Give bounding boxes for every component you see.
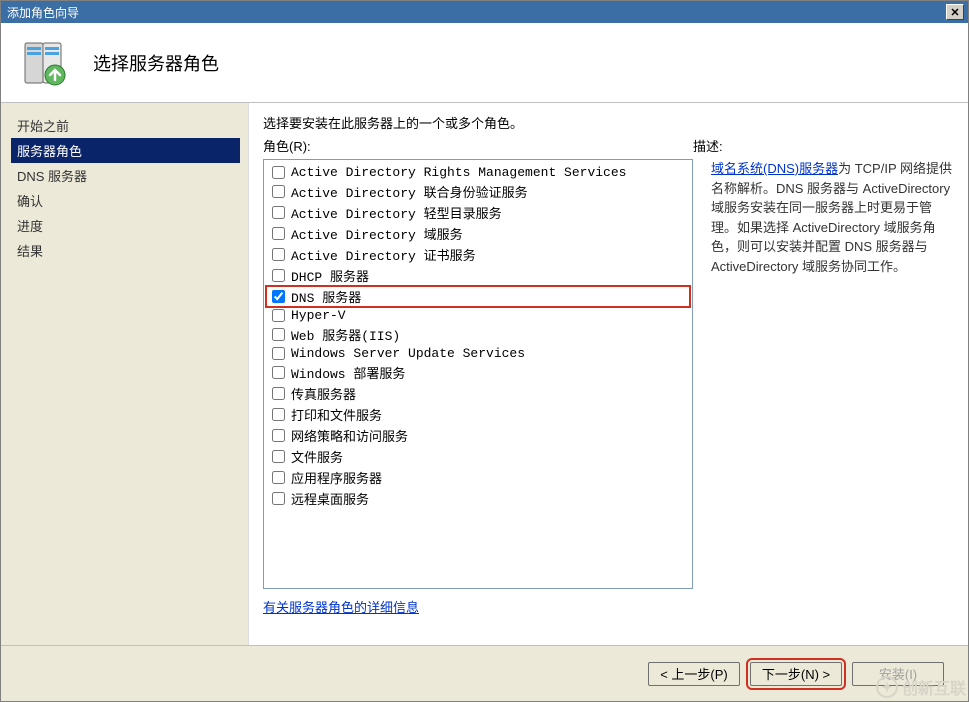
role-label: Web 服务器(IIS) [291, 325, 400, 344]
sidebar-item[interactable]: 进度 [11, 213, 240, 238]
role-checkbox[interactable] [272, 328, 285, 341]
window-title: 添加角色向导 [7, 4, 946, 21]
role-checkbox[interactable] [272, 450, 285, 463]
role-item[interactable]: Active Directory 轻型目录服务 [266, 202, 690, 223]
label-row: 角色(R): 描述: [263, 136, 954, 155]
description-link[interactable]: 域名系统(DNS)服务器 [711, 161, 838, 176]
sidebar-item[interactable]: 结果 [11, 238, 240, 263]
sidebar-item[interactable]: 确认 [11, 188, 240, 213]
role-checkbox[interactable] [272, 347, 285, 360]
role-item[interactable]: Active Directory 联合身份验证服务 [266, 181, 690, 202]
instruction-text: 选择要安装在此服务器上的一个或多个角色。 [263, 113, 954, 132]
role-label: 打印和文件服务 [291, 405, 382, 424]
install-button: 安装(I) [852, 662, 944, 686]
prev-button[interactable]: < 上一步(P) [648, 662, 740, 686]
role-checkbox[interactable] [272, 387, 285, 400]
role-item[interactable]: Active Directory Rights Management Servi… [266, 164, 690, 181]
roles-column: Active Directory Rights Management Servi… [263, 159, 693, 637]
page-title: 选择服务器角色 [93, 50, 219, 76]
role-label: Active Directory 域服务 [291, 224, 463, 243]
role-item[interactable]: 文件服务 [266, 446, 690, 467]
role-checkbox[interactable] [272, 166, 285, 179]
server-role-icon [19, 39, 67, 87]
sidebar-item[interactable]: DNS 服务器 [11, 163, 240, 188]
role-item[interactable]: 网络策略和访问服务 [266, 425, 690, 446]
role-checkbox[interactable] [272, 227, 285, 240]
role-item[interactable]: Web 服务器(IIS) [266, 324, 690, 345]
role-label: 网络策略和访问服务 [291, 426, 408, 445]
columns: Active Directory Rights Management Servi… [263, 159, 954, 637]
description-label: 描述: [693, 136, 723, 155]
role-checkbox[interactable] [272, 185, 285, 198]
role-checkbox[interactable] [272, 269, 285, 282]
role-label: 应用程序服务器 [291, 468, 382, 487]
close-icon: ✕ [950, 6, 959, 19]
role-checkbox[interactable] [272, 471, 285, 484]
next-button[interactable]: 下一步(N) > [750, 662, 842, 686]
role-item[interactable]: 传真服务器 [266, 383, 690, 404]
role-item[interactable]: DHCP 服务器 [266, 265, 690, 286]
role-item[interactable]: Hyper-V [266, 307, 690, 324]
role-item[interactable]: Windows 部署服务 [266, 362, 690, 383]
sidebar-item[interactable]: 服务器角色 [11, 138, 240, 163]
role-checkbox[interactable] [272, 366, 285, 379]
roles-more-info-link[interactable]: 有关服务器角色的详细信息 [263, 597, 419, 616]
role-item[interactable]: 打印和文件服务 [266, 404, 690, 425]
role-item[interactable]: 应用程序服务器 [266, 467, 690, 488]
role-label: Windows Server Update Services [291, 346, 525, 361]
main-panel: 选择要安装在此服务器上的一个或多个角色。 角色(R): 描述: Active D… [249, 103, 968, 645]
role-label: Active Directory 轻型目录服务 [291, 203, 502, 222]
role-label: DHCP 服务器 [291, 266, 369, 285]
wizard-window: 添加角色向导 ✕ 选择服务器角色 开始之前服务器角色DNS 服务器确认进度结果 … [0, 0, 969, 702]
role-item[interactable]: Windows Server Update Services [266, 345, 690, 362]
role-label: 远程桌面服务 [291, 489, 369, 508]
header-area: 选择服务器角色 [1, 23, 968, 103]
role-checkbox[interactable] [272, 429, 285, 442]
role-checkbox[interactable] [272, 492, 285, 505]
role-label: DNS 服务器 [291, 287, 361, 306]
roles-listbox[interactable]: Active Directory Rights Management Servi… [263, 159, 693, 589]
role-label: Active Directory Rights Management Servi… [291, 165, 626, 180]
role-item[interactable]: 远程桌面服务 [266, 488, 690, 509]
description-column: 域名系统(DNS)服务器为 TCP/IP 网络提供名称解析。DNS 服务器与 A… [711, 159, 954, 637]
body-area: 开始之前服务器角色DNS 服务器确认进度结果 选择要安装在此服务器上的一个或多个… [1, 103, 968, 645]
footer: < 上一步(P) 下一步(N) > 安装(I) ✦ 创新互联 [1, 645, 968, 701]
role-label: 文件服务 [291, 447, 343, 466]
role-label: Hyper-V [291, 308, 346, 323]
role-checkbox[interactable] [272, 309, 285, 322]
role-item[interactable]: Active Directory 域服务 [266, 223, 690, 244]
role-checkbox[interactable] [272, 248, 285, 261]
description-body: 为 TCP/IP 网络提供名称解析。DNS 服务器与 ActiveDirecto… [711, 161, 952, 274]
role-label: 传真服务器 [291, 384, 356, 403]
role-checkbox[interactable] [272, 290, 285, 303]
role-checkbox[interactable] [272, 408, 285, 421]
role-checkbox[interactable] [272, 206, 285, 219]
role-label: Active Directory 联合身份验证服务 [291, 182, 528, 201]
titlebar: 添加角色向导 ✕ [1, 1, 968, 23]
role-item[interactable]: DNS 服务器 [266, 286, 690, 307]
roles-label: 角色(R): [263, 136, 693, 155]
sidebar: 开始之前服务器角色DNS 服务器确认进度结果 [1, 103, 249, 645]
role-label: Windows 部署服务 [291, 363, 405, 382]
sidebar-item[interactable]: 开始之前 [11, 113, 240, 138]
role-label: Active Directory 证书服务 [291, 245, 476, 264]
close-button[interactable]: ✕ [946, 4, 964, 20]
role-item[interactable]: Active Directory 证书服务 [266, 244, 690, 265]
